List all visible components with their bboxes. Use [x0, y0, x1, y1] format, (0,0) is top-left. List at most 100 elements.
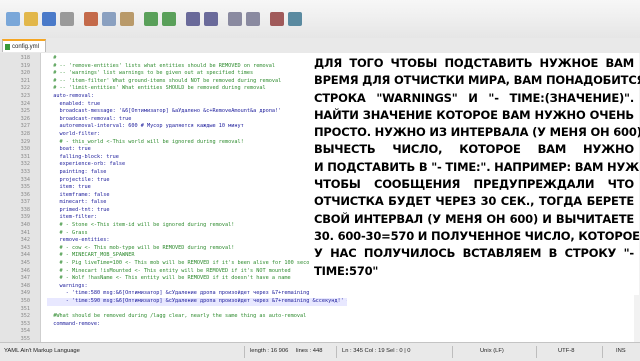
code-line[interactable]: autoremoval-interval: 600 # Мусор удаляе… — [47, 123, 347, 131]
toolbar — [0, 0, 640, 39]
editor-window: config.yml 318 319 320 321 322 323 324 325 326 32… — [0, 0, 640, 361]
saved-file-icon — [5, 44, 10, 50]
code-line[interactable]: # -- 'remove-entities' lists what entiti… — [47, 63, 347, 71]
code-line[interactable]: # - Minecart !isMounted <- This entity w… — [47, 268, 347, 276]
cursor-position-label: Ln : 345 Col : 19 Sel : 0 | 0 — [342, 348, 411, 354]
code-line[interactable]: # - Pig liveTime=100 <- This mob will be… — [47, 260, 347, 268]
instruction-line: 30. 600-30=570 И ПОЛУЧЕННОЕ ЧИСЛО, КОТОР… — [314, 228, 640, 243]
lines-label: lines : 448 — [296, 348, 323, 354]
line-number: 326 — [20, 115, 30, 122]
instruction-line: СТРОКА "WARNINGS" И "- TIME:(ЗНАЧЕНИЕ)". — [314, 90, 634, 105]
code-line[interactable]: warnings: — [47, 283, 347, 291]
code-line[interactable]: boat: true — [47, 146, 347, 154]
line-number: 338 — [20, 206, 30, 213]
line-number: 345 — [20, 260, 30, 267]
code-line[interactable]: falling-block: true — [47, 154, 347, 162]
code-line[interactable]: - 'time:580 msg:&6[Оптимизатор] &cУдален… — [47, 290, 347, 298]
redo-icon[interactable] — [162, 12, 176, 26]
code-line[interactable]: # - cow <- This mob-type will be REMOVED… — [47, 245, 347, 253]
line-number: 339 — [20, 214, 30, 221]
save-icon[interactable] — [42, 12, 56, 26]
open-file-icon[interactable] — [24, 12, 38, 26]
line-number: 334 — [20, 176, 30, 183]
replace-icon[interactable] — [204, 12, 218, 26]
zoom-in-icon[interactable] — [228, 12, 242, 26]
divider — [452, 346, 453, 358]
code-line[interactable]: # -- 'item-filter' What ground-items sho… — [47, 78, 347, 86]
zoom-out-icon[interactable] — [246, 12, 260, 26]
code-line[interactable]: itemframe: false — [47, 192, 347, 200]
line-number: 318 — [20, 55, 30, 61]
line-number: 320 — [20, 70, 30, 77]
insert-mode-label: INS — [616, 348, 626, 354]
code-line[interactable]: - 'time:590 msg:&6[Оптимизатор] &cУдален… — [47, 298, 347, 306]
code-line[interactable] — [47, 306, 347, 314]
code-line[interactable]: broadcast-message: '&6[Оптимизатор] &aУд… — [47, 108, 347, 116]
instruction-line: НАЙТИ ЗНАЧЕНИЕ КОТОРОЕ ВАМ НУЖНО ОЧЕНЬ — [314, 107, 634, 122]
code-line[interactable]: world-filter: — [47, 131, 347, 139]
instruction-line: ВЫЧЕСТЬ ЧИСЛО, КОТОРОЕ ВАМ НУЖНО — [314, 142, 634, 157]
line-number: 329 — [20, 138, 30, 145]
instruction-line: TIME:570" — [314, 263, 379, 278]
line-number: 336 — [20, 191, 30, 198]
line-number: 343 — [20, 244, 30, 251]
instruction-line: СВОЙ ИНТЕРВАЛ (У МЕНЯ ОН 600) И ВЫЧИТАЕТ… — [314, 211, 634, 226]
tab-config-yml[interactable]: config.yml — [2, 39, 46, 52]
language-label: YAML Ain't Markup Language — [4, 348, 80, 354]
instruction-text: ДЛЯ ТОГО ЧТОБЫ ПОДСТАВИТЬ НУЖНОЕ ВАМ ВРЕМ… — [314, 55, 640, 280]
line-number: 322 — [20, 85, 30, 92]
code-line[interactable]: broadcast-removal: true — [47, 116, 347, 124]
divider — [244, 346, 245, 358]
code-line[interactable]: item: true — [47, 184, 347, 192]
line-number: 348 — [20, 282, 30, 289]
paste-icon[interactable] — [120, 12, 134, 26]
code-line[interactable]: # - Grass — [47, 230, 347, 238]
code-line[interactable]: primed-tnt: true — [47, 207, 347, 215]
close-icon[interactable] — [60, 12, 74, 26]
line-number: 337 — [20, 199, 30, 206]
code-line[interactable]: #What should be removed during /lagg cle… — [47, 313, 347, 321]
line-number: 352 — [20, 313, 30, 320]
cut-icon[interactable] — [84, 12, 98, 26]
undo-icon[interactable] — [144, 12, 158, 26]
line-number: 350 — [20, 298, 30, 304]
line-number: 333 — [20, 168, 30, 175]
code-line[interactable]: # - MINECART_MOB_SPAWNER — [47, 252, 347, 260]
new-file-icon[interactable] — [6, 12, 20, 26]
line-number: 347 — [20, 275, 30, 282]
code-line[interactable]: item-filter: — [47, 214, 347, 222]
line-number: 328 — [20, 130, 30, 137]
code-line[interactable]: projectile: true — [47, 177, 347, 185]
line-number: 349 — [20, 290, 30, 297]
record-macro-icon[interactable] — [270, 12, 284, 26]
line-number: 342 — [20, 237, 30, 244]
line-numbers: 318 319 320 321 322 323 324 325 326 327 328 329 330 3… — [0, 55, 30, 344]
code-area[interactable]: # # -- 'remove-entities' lists what enti… — [47, 55, 347, 328]
line-number: 330 — [20, 146, 30, 153]
code-line[interactable]: painting: false — [47, 169, 347, 177]
code-line[interactable]: auto-removal: — [47, 93, 347, 101]
code-line[interactable]: # - Stone <-This item-id will be ignored… — [47, 222, 347, 230]
code-line[interactable]: command-remove: — [47, 321, 347, 329]
instruction-line: ВРЕМЯ ДЛЯ ОТЧИСТКИ МИРА, ВАМ ПОНАДОБИТСЯ — [314, 73, 640, 88]
code-line[interactable]: minecart: false — [47, 199, 347, 207]
instruction-line: ОТЧИСТКА БУДЕТ ЧЕРЕЗ 30 СЕК., ТОГДА БЕРЕ… — [314, 194, 634, 209]
instruction-line: И ПОДСТАВИТЬ В "- TIME:". НАПРИМЕР: ВАМ … — [314, 159, 640, 174]
code-line[interactable]: remove-entities: — [47, 237, 347, 245]
code-line[interactable]: # — [47, 55, 347, 63]
tab-bar: config.yml — [0, 38, 640, 54]
play-macro-icon[interactable] — [288, 12, 302, 26]
code-line[interactable]: enabled: true — [47, 101, 347, 109]
find-icon[interactable] — [186, 12, 200, 26]
code-line[interactable]: # - Wolf !hasName <- This entity will be… — [47, 275, 347, 283]
line-number: 341 — [20, 229, 30, 236]
copy-icon[interactable] — [102, 12, 116, 26]
line-number: 351 — [20, 305, 30, 312]
status-bar: YAML Ain't Markup Language length : 16 9… — [0, 342, 640, 361]
code-line[interactable]: # -- 'warnings' list warnings to be give… — [47, 70, 347, 78]
code-line[interactable]: experience-orb: false — [47, 161, 347, 169]
instruction-line: У НАС ПОЛУЧИЛОСЬ ВСТАВЛЯЕМ В СТРОКУ "- — [314, 246, 634, 261]
code-line[interactable]: # - this_world <-This world will be igno… — [47, 139, 347, 147]
line-number: 331 — [20, 153, 30, 160]
code-line[interactable]: # -- 'limit-entities' What entities SHOU… — [47, 85, 347, 93]
